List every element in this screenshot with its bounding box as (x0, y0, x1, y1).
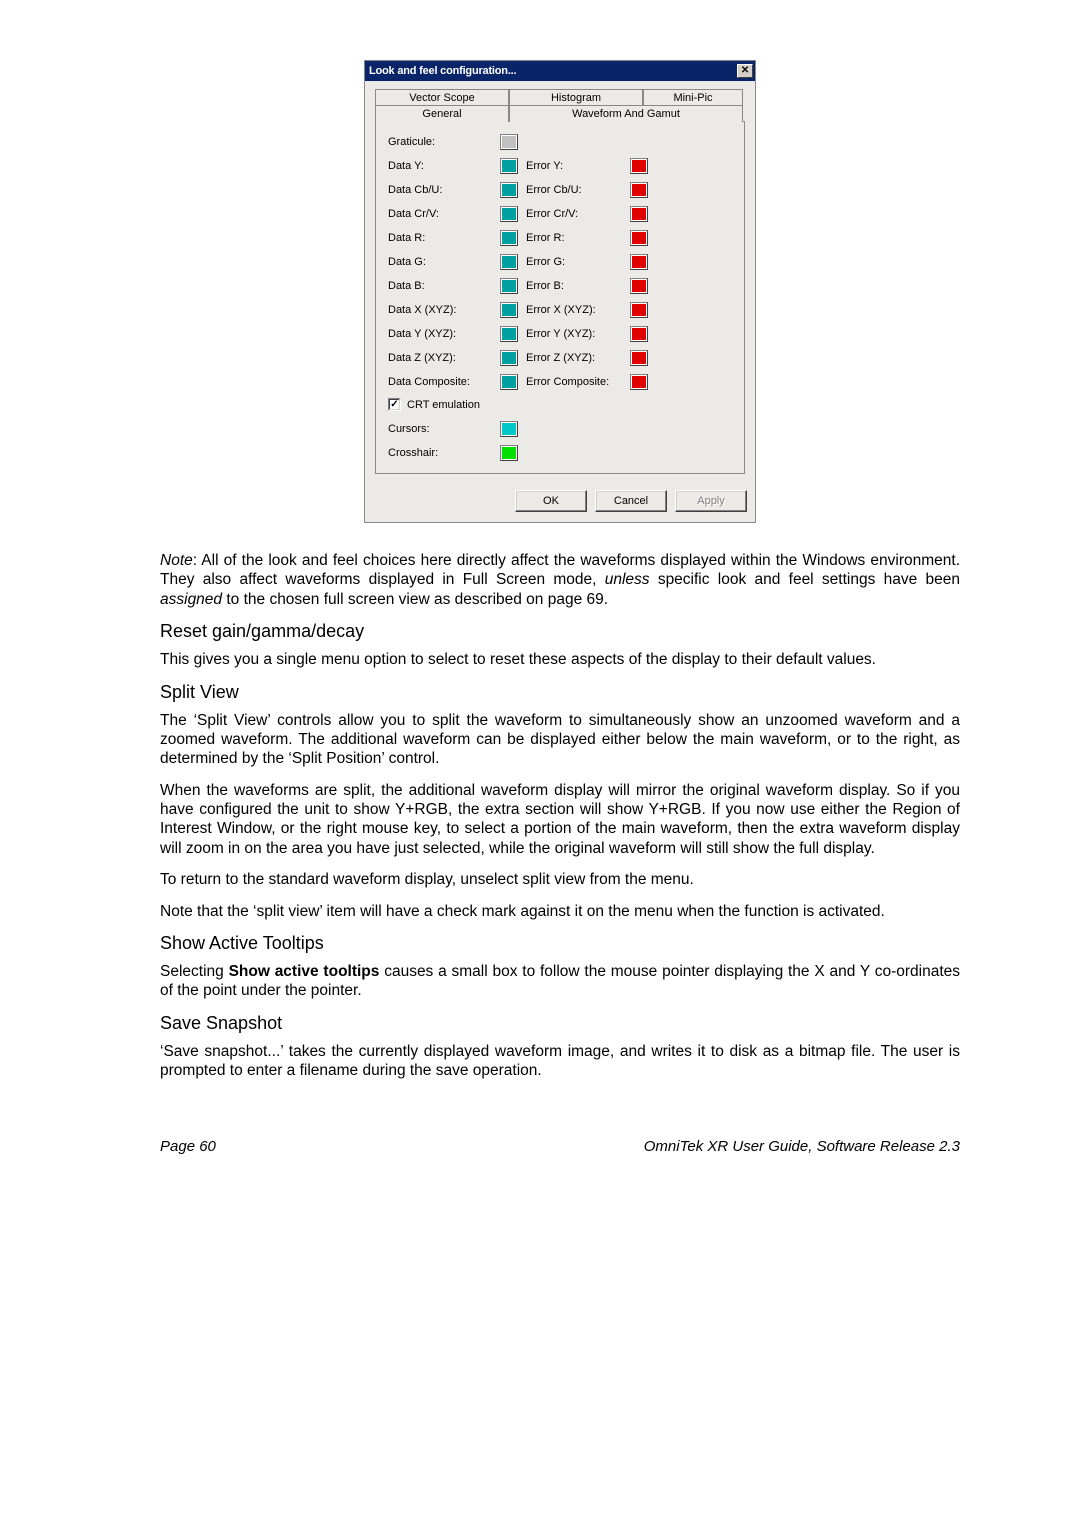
label-data-r: Data R: (388, 232, 500, 244)
para-split-3: To return to the standard waveform displ… (160, 870, 960, 889)
swatch-data-g[interactable] (500, 254, 518, 270)
label-error-r: Error R: (518, 232, 630, 244)
ok-button[interactable]: OK (515, 490, 587, 512)
swatch-error-crv[interactable] (630, 206, 648, 222)
label-error-z-xyz: Error Z (XYZ): (518, 352, 630, 364)
note-unless: unless (605, 571, 650, 588)
heading-split-view: Split View (160, 682, 960, 703)
label-error-crv: Error Cr/V: (518, 208, 630, 220)
tab-general[interactable]: General (375, 105, 509, 122)
para-split-1: The ‘Split View’ controls allow you to s… (160, 711, 960, 769)
swatch-data-z-xyz[interactable] (500, 350, 518, 366)
label-data-y-xyz: Data Y (XYZ): (388, 328, 500, 340)
label-cursors: Cursors: (388, 423, 500, 435)
swatch-data-x-xyz[interactable] (500, 302, 518, 318)
swatch-data-y-xyz[interactable] (500, 326, 518, 342)
label-data-cbu: Data Cb/U: (388, 184, 500, 196)
note-label: Note (160, 552, 193, 569)
checkbox-crt-emulation[interactable] (388, 398, 401, 411)
apply-button[interactable]: Apply (675, 490, 747, 512)
tab-waveform-and-gamut[interactable]: Waveform And Gamut (509, 105, 743, 122)
para-tooltips-a: Selecting (160, 963, 229, 980)
swatch-error-composite[interactable] (630, 374, 648, 390)
swatch-data-crv[interactable] (500, 206, 518, 222)
heading-snapshot: Save Snapshot (160, 1013, 960, 1034)
note-assigned: assigned (160, 591, 222, 608)
label-data-g: Data G: (388, 256, 500, 268)
close-icon[interactable]: ✕ (737, 64, 753, 78)
swatch-error-z-xyz[interactable] (630, 350, 648, 366)
footer-guide: OmniTek XR User Guide, Software Release … (644, 1138, 960, 1155)
label-error-composite: Error Composite: (518, 376, 630, 388)
label-error-g: Error G: (518, 256, 630, 268)
para-split-4: Note that the ‘split view’ item will hav… (160, 902, 960, 921)
label-data-z-xyz: Data Z (XYZ): (388, 352, 500, 364)
dialog-title: Look and feel configuration... (369, 65, 516, 77)
swatch-data-cbu[interactable] (500, 182, 518, 198)
cancel-button[interactable]: Cancel (595, 490, 667, 512)
swatch-error-cbu[interactable] (630, 182, 648, 198)
swatch-data-b[interactable] (500, 278, 518, 294)
para-split-2: When the waveforms are split, the additi… (160, 781, 960, 859)
swatch-error-g[interactable] (630, 254, 648, 270)
label-error-y-xyz: Error Y (XYZ): (518, 328, 630, 340)
tab-mini-pic[interactable]: Mini-Pic (643, 89, 743, 106)
dialog-titlebar: Look and feel configuration... ✕ (365, 61, 755, 81)
swatch-error-b[interactable] (630, 278, 648, 294)
label-data-crv: Data Cr/V: (388, 208, 500, 220)
para-tooltips: Selecting Show active tooltips causes a … (160, 962, 960, 1001)
label-data-y: Data Y: (388, 160, 500, 172)
label-data-b: Data B: (388, 280, 500, 292)
para-tooltips-b: Show active tooltips (229, 963, 380, 980)
heading-tooltips: Show Active Tooltips (160, 933, 960, 954)
swatch-graticule[interactable] (500, 134, 518, 150)
swatch-data-y[interactable] (500, 158, 518, 174)
swatch-error-y-xyz[interactable] (630, 326, 648, 342)
para-reset: This gives you a single menu option to s… (160, 650, 960, 669)
tab-panel-waveform: Graticule: Data Y: Error Y: Data Cb/U: E… (375, 121, 745, 474)
label-error-cbu: Error Cb/U: (518, 184, 630, 196)
tab-histogram[interactable]: Histogram (509, 89, 643, 106)
label-crosshair: Crosshair: (388, 447, 500, 459)
swatch-data-composite[interactable] (500, 374, 518, 390)
footer-page: Page 60 (160, 1138, 216, 1155)
swatch-crosshair[interactable] (500, 445, 518, 461)
swatch-error-r[interactable] (630, 230, 648, 246)
label-data-x-xyz: Data X (XYZ): (388, 304, 500, 316)
note-paragraph: Note: All of the look and feel choices h… (160, 551, 960, 609)
label-error-b: Error B: (518, 280, 630, 292)
label-error-y: Error Y: (518, 160, 630, 172)
label-crt-emulation: CRT emulation (407, 399, 480, 411)
swatch-error-y[interactable] (630, 158, 648, 174)
swatch-error-x-xyz[interactable] (630, 302, 648, 318)
swatch-cursors[interactable] (500, 421, 518, 437)
para-snapshot: ‘Save snapshot...’ takes the currently d… (160, 1042, 960, 1081)
label-graticule: Graticule: (388, 136, 500, 148)
note-text-3: to the chosen full screen view as descri… (222, 591, 608, 608)
label-error-x-xyz: Error X (XYZ): (518, 304, 630, 316)
look-and-feel-dialog: Look and feel configuration... ✕ Vector … (364, 60, 756, 523)
tab-vector-scope[interactable]: Vector Scope (375, 89, 509, 106)
swatch-data-r[interactable] (500, 230, 518, 246)
heading-reset: Reset gain/gamma/decay (160, 621, 960, 642)
note-text-2: specific look and feel settings have bee… (650, 571, 960, 588)
label-data-composite: Data Composite: (388, 376, 500, 388)
